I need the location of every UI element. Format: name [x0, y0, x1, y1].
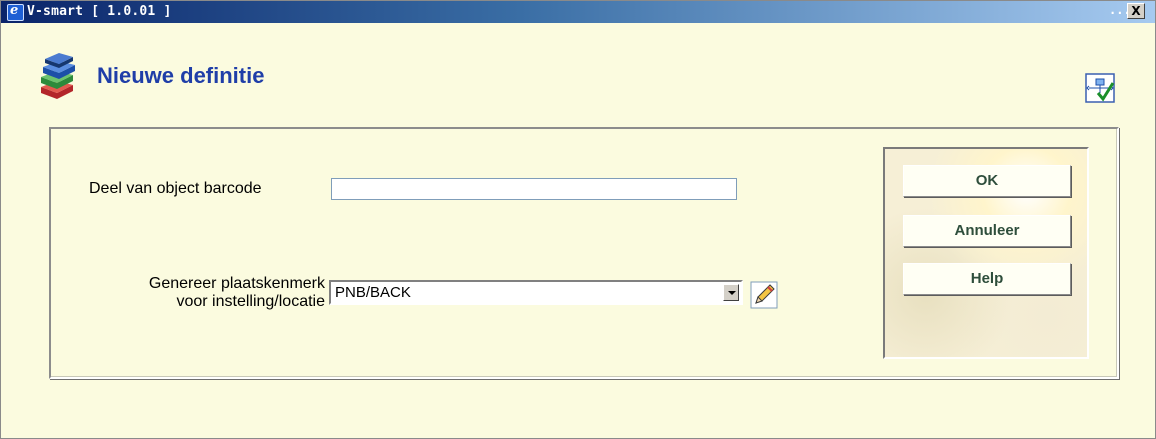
location-label-line1: Genereer plaatskenmerk: [148, 275, 325, 292]
tree-structure-check-icon[interactable]: [1085, 73, 1115, 103]
location-select-value: PNB/BACK: [335, 284, 411, 301]
button-panel: OK Annuleer Help: [883, 147, 1089, 359]
barcode-input[interactable]: [331, 178, 737, 200]
location-label-line2: voor instelling/locatie: [176, 293, 325, 310]
help-button[interactable]: Help: [903, 263, 1071, 295]
books-icon: [41, 53, 75, 99]
app-icon: e: [7, 3, 24, 21]
window-title: V-smart [ 1.0.01 ]: [27, 4, 172, 19]
barcode-label: Deel van object barcode: [89, 180, 262, 197]
location-select[interactable]: PNB/BACK: [329, 280, 743, 305]
app-window: e V-smart [ 1.0.01 ] ... X Nieuwe defini…: [0, 0, 1156, 439]
chevron-down-icon[interactable]: [723, 284, 739, 301]
location-label: Genereer plaatskenmerk voor instelling/l…: [83, 275, 325, 311]
pencil-icon[interactable]: [750, 281, 778, 309]
ok-button[interactable]: OK: [903, 165, 1071, 197]
page-title: Nieuwe definitie: [97, 63, 265, 88]
cancel-button[interactable]: Annuleer: [903, 215, 1071, 247]
title-bar[interactable]: e V-smart [ 1.0.01 ] ... X: [1, 1, 1155, 23]
close-button[interactable]: X: [1127, 3, 1145, 19]
